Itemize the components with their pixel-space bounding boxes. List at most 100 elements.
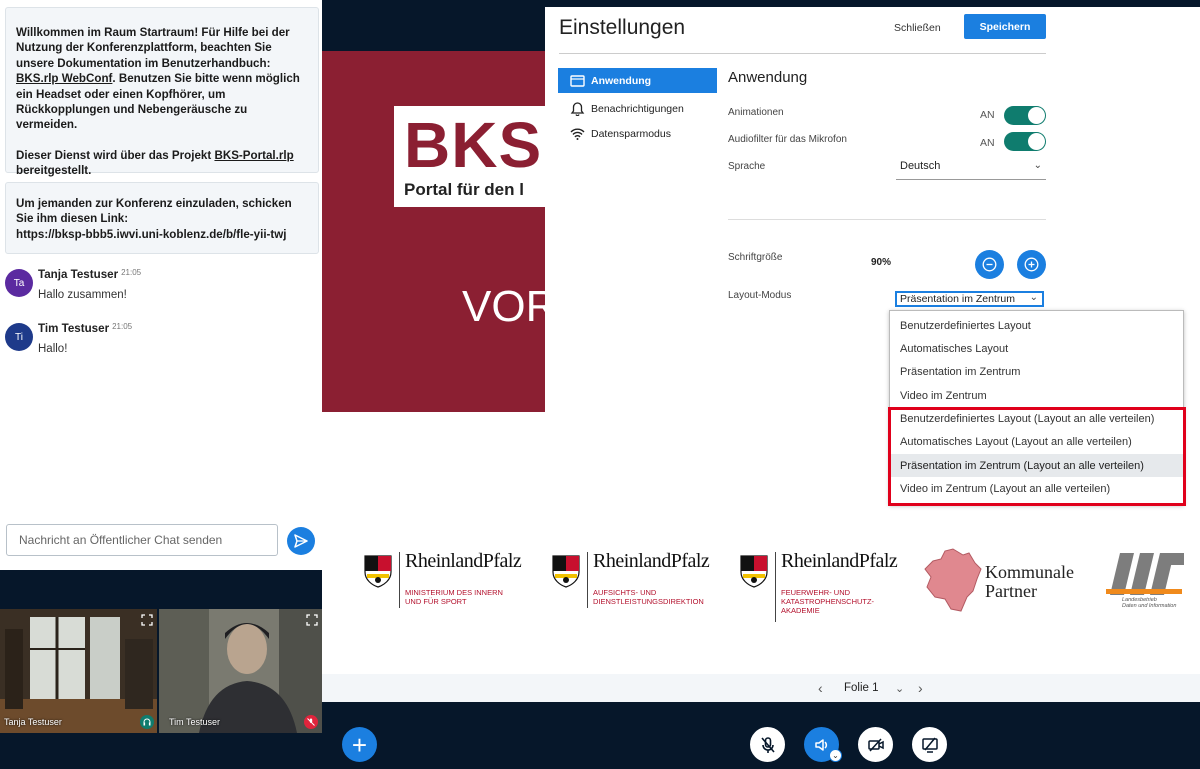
minus-circle-icon: [982, 257, 997, 272]
message-time: 21:05: [112, 322, 133, 331]
dropdown-option[interactable]: Benutzerdefiniertes Layout: [890, 314, 1183, 337]
rlp-wordmark: RheinlandPfalz: [405, 550, 522, 572]
send-message-button[interactable]: [287, 527, 315, 555]
dropdown-option[interactable]: Automatisches Layout (Layout an alle ver…: [890, 430, 1183, 453]
chevron-down-icon[interactable]: ⌄: [895, 682, 904, 695]
chevron-down-icon: ⌄: [1029, 292, 1038, 303]
message-text: Hallo zusammen!: [38, 289, 127, 301]
rlp-department: FEUERWEHR- UND KATASTROPHENSCHUTZ- AKADE…: [781, 588, 875, 615]
webcam-tile[interactable]: Tim Testuser: [159, 609, 322, 733]
message-time: 21:05: [121, 268, 142, 277]
ldi-logo: Landesbetrieb Daten und Information: [1104, 551, 1188, 615]
animations-toggle[interactable]: [1004, 106, 1046, 125]
rlp-department: AUFSICHTS- UND DIENSTLEISTUNGSDIREKTION: [593, 588, 704, 606]
speaker-icon: [814, 738, 827, 751]
bks-logo-subtitle: Portal für den l: [404, 180, 524, 199]
dropdown-option[interactable]: Präsentation im Zentrum: [890, 360, 1183, 383]
public-chat-panel: Willkommen im Raum Startraum! Für Hilfe …: [0, 0, 322, 570]
microphone-off-icon: [760, 736, 775, 753]
rlp-department: MINISTERIUM DES INNERN UND FÜR SPORT: [405, 588, 503, 606]
share-webcam-button[interactable]: [858, 727, 893, 762]
dropdown-option[interactable]: Video im Zentrum (Layout an alle verteil…: [890, 477, 1183, 500]
next-slide-icon[interactable]: ›: [918, 680, 923, 696]
screen-share-off-icon: [921, 737, 938, 753]
dropdown-option[interactable]: Video im Zentrum: [890, 384, 1183, 407]
dropdown-option-highlighted[interactable]: Präsentation im Zentrum (Layout an alle …: [890, 454, 1183, 477]
audiofilter-label: Audiofilter für das Mikrofon: [728, 134, 847, 145]
bell-icon: [570, 101, 585, 116]
expand-icon[interactable]: [141, 613, 153, 626]
muted-microphone-icon: [304, 715, 318, 729]
mute-microphone-button[interactable]: [750, 727, 785, 762]
tab-label: Anwendung: [591, 74, 652, 87]
slide-headline: VOR: [462, 282, 558, 331]
camera-off-icon: [867, 737, 884, 752]
settings-tab-application[interactable]: Anwendung: [558, 68, 717, 93]
coat-of-arms-icon: [364, 555, 392, 588]
audio-options-chevron-icon[interactable]: ⌄: [829, 749, 842, 762]
dropdown-option[interactable]: Automatisches Layout: [890, 337, 1183, 360]
webcam-user-name: Tanja Testuser: [4, 717, 62, 727]
webcam-video: [159, 609, 322, 733]
message-author: Tim Testuser 21:05: [38, 322, 132, 335]
expand-icon[interactable]: [306, 613, 318, 626]
service-text-post: bereitgestellt.: [16, 164, 92, 178]
section-title: Anwendung: [728, 69, 808, 86]
welcome-text: Willkommen im Raum Startraum! Für Hilfe …: [16, 26, 290, 70]
layout-mode-select[interactable]: Präsentation im Zentrum ⌄: [895, 291, 1044, 307]
avatar: Ti: [5, 323, 33, 351]
language-value: Deutsch: [900, 160, 941, 172]
audiofilter-toggle[interactable]: [1004, 132, 1046, 151]
bks-logo-text: BKS: [404, 109, 543, 181]
author-name: Tanja Testuser: [38, 268, 119, 281]
service-text: Dieser Dienst wird über das Projekt: [16, 148, 215, 162]
message-author: Tanja Testuser 21:05: [38, 268, 141, 281]
invite-link[interactable]: https://bksp-bbb5.iwvi.uni-koblenz.de/b/…: [16, 227, 308, 242]
fontsize-label: Schriftgröße: [728, 252, 783, 263]
headphones-icon: [140, 715, 154, 729]
webcam-user-name: Tim Testuser: [169, 717, 221, 727]
close-button[interactable]: Schließen: [894, 22, 941, 34]
chat-input-placeholder: Nachricht an Öffentlicher Chat senden: [19, 533, 223, 547]
avatar: Ta: [5, 269, 33, 297]
save-button[interactable]: Speichern: [964, 14, 1046, 39]
share-screen-button[interactable]: [912, 727, 947, 762]
layout-mode-value: Präsentation im Zentrum: [900, 293, 1015, 305]
language-label: Sprache: [728, 161, 766, 172]
previous-slide-icon[interactable]: ‹: [818, 680, 823, 696]
wifi-icon: [570, 128, 585, 140]
divider: [559, 53, 1046, 54]
bks-portal-logo: BKS Portal für den l: [394, 106, 546, 207]
invite-text: Um jemanden zur Konferenz einzuladen, sc…: [16, 197, 292, 226]
portal-link[interactable]: BKS-Portal.rlp: [214, 149, 293, 162]
settings-tab-notifications[interactable]: Benachrichtigungen: [558, 96, 717, 121]
welcome-message: Willkommen im Raum Startraum! Für Hilfe …: [5, 7, 319, 177]
handbook-link[interactable]: BKS.rlp WebConf: [16, 72, 112, 85]
divider: [728, 219, 1046, 220]
kommunale-partner-map-icon: [924, 548, 982, 612]
webcam-video: [0, 609, 157, 733]
decrease-fontsize-button[interactable]: [975, 250, 1004, 279]
settings-tab-data-saving[interactable]: Datensparmodus: [558, 126, 717, 142]
webcam-tile[interactable]: Tanja Testuser: [0, 609, 157, 733]
kommunale-partner-text: Kommunale Partner: [985, 562, 1074, 601]
slide-navigation-bar: ‹ Folie 1 ⌄ ›: [322, 674, 1200, 702]
invite-message: Um jemanden zur Konferenz einzuladen, sc…: [5, 182, 319, 254]
actions-plus-button[interactable]: +: [342, 727, 377, 762]
chat-message-input[interactable]: Nachricht an Öffentlicher Chat senden: [6, 524, 278, 556]
dropdown-option[interactable]: Benutzerdefiniertes Layout (Layout an al…: [890, 407, 1183, 430]
rlp-wordmark: RheinlandPfalz: [593, 550, 710, 572]
rlp-wordmark: RheinlandPfalz: [781, 550, 898, 572]
monitor-icon: [570, 74, 585, 87]
fontsize-value: 90%: [871, 257, 892, 268]
ldi-wordmark-icon: [1106, 553, 1184, 595]
plus-icon: +: [351, 729, 368, 760]
tab-label: Datensparmodus: [591, 128, 671, 140]
author-name: Tim Testuser: [38, 322, 110, 335]
send-icon: [294, 534, 308, 548]
language-select[interactable]: Deutsch ⌄: [896, 160, 1046, 180]
increase-fontsize-button[interactable]: [1017, 250, 1046, 279]
ldi-subtitle: Landesbetrieb Daten und Information: [1122, 597, 1177, 609]
slide-select[interactable]: Folie 1: [844, 682, 879, 694]
coat-of-arms-icon: [552, 555, 580, 588]
